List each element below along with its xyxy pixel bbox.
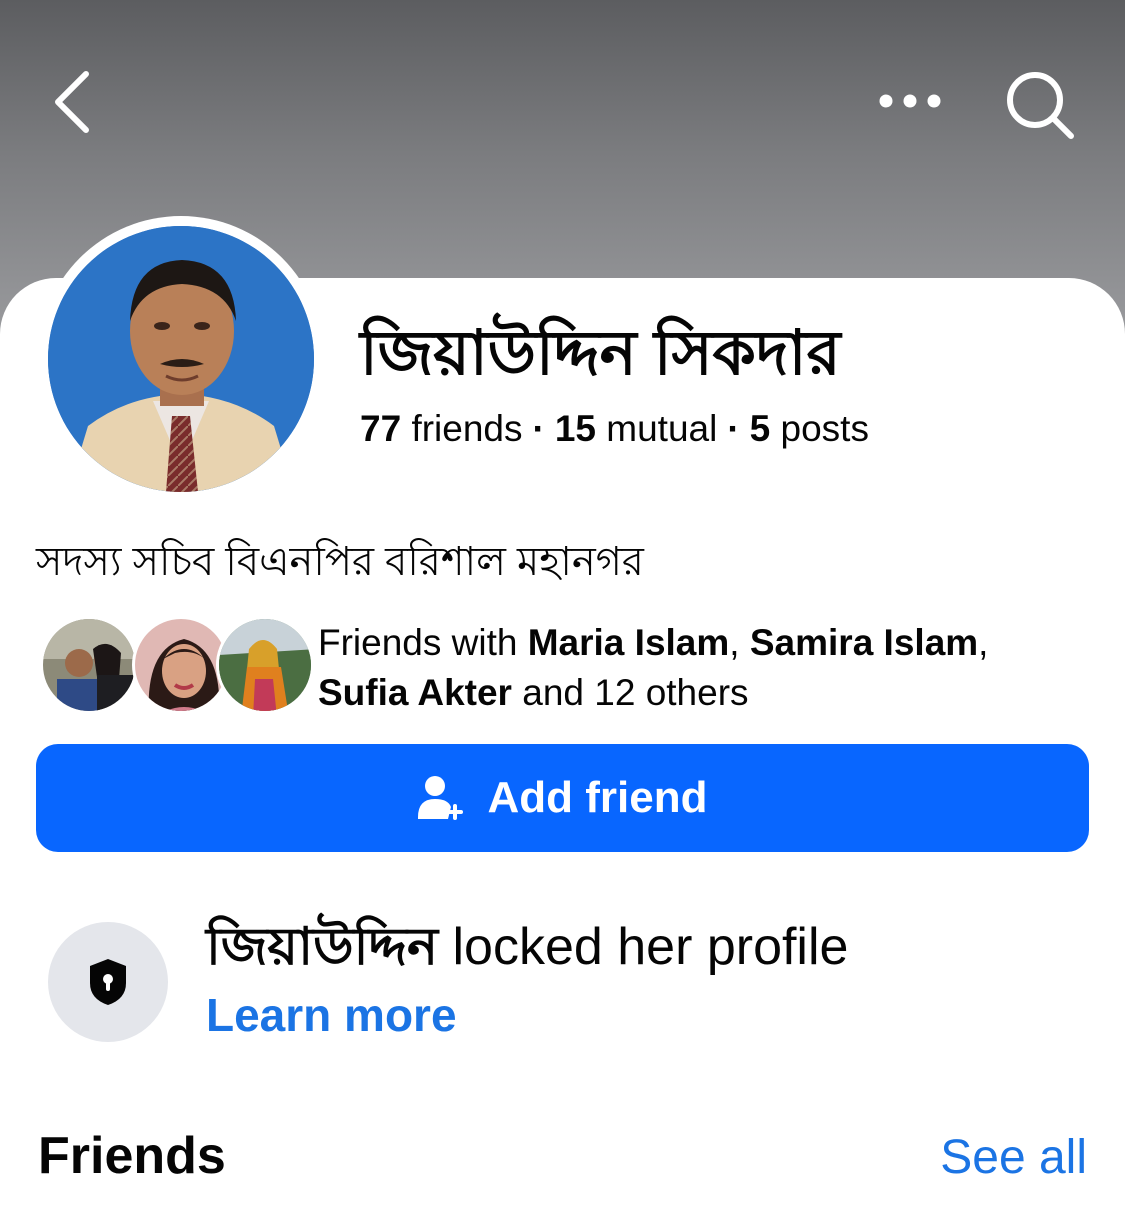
search-icon — [1007, 72, 1074, 139]
mutual-friends-avatars[interactable] — [40, 616, 314, 716]
posts-count: 5 — [749, 408, 771, 449]
locked-profile-badge — [48, 922, 168, 1042]
mutual-friend-name: Maria Islam — [527, 622, 730, 663]
profile-avatar[interactable] — [48, 226, 314, 492]
mutual-count: 15 — [554, 408, 596, 449]
mutual-friend-name: Samira Islam — [749, 622, 979, 663]
mutual-friend-avatar[interactable] — [40, 616, 138, 714]
search-button[interactable] — [995, 60, 1085, 150]
add-person-icon — [417, 776, 463, 820]
stats-separator: · — [727, 408, 740, 449]
mutual-friend-name: Sufia Akter — [318, 672, 512, 713]
posts-label: posts — [780, 408, 869, 449]
chevron-left-icon — [55, 71, 89, 133]
profile-name: জিয়াউদ্দিন সিকদার — [360, 319, 841, 388]
friends-count: 77 — [360, 408, 402, 449]
mutual-prefix: Friends with — [318, 622, 518, 663]
mutual-comma: , — [729, 622, 740, 663]
mutual-friend-avatar[interactable] — [216, 616, 314, 714]
profile-stats: 77 friends · 15 mutual · 5 posts — [360, 406, 869, 452]
locked-first-name: জিয়াউদ্দিন — [206, 918, 439, 976]
profile-photo — [48, 226, 314, 492]
profile-screen: জিয়াউদ্দিন সিকদার 77 friends · 15 mutual ·… — [0, 0, 1125, 1232]
add-friend-label: Add friend — [487, 773, 708, 822]
stats-separator: · — [532, 408, 545, 449]
see-all-friends-link[interactable]: See all — [940, 1128, 1087, 1188]
mutual-friends-text[interactable]: Friends with Maria Islam, Samira Islam, … — [318, 618, 1078, 718]
more-dots-icon — [879, 94, 941, 108]
profile-bio: সদস্য সচিব বিএনপির বরিশাল মহানগর — [36, 540, 644, 584]
mutual-suffix: and 12 others — [522, 672, 749, 713]
learn-more-link[interactable]: Learn more — [206, 986, 457, 1044]
friends-section-heading: Friends — [38, 1127, 226, 1185]
mutual-comma: , — [978, 622, 989, 663]
mutual-label: mutual — [606, 408, 718, 449]
add-friend-button[interactable]: Add friend — [36, 744, 1089, 852]
shield-lock-icon — [90, 959, 126, 1005]
friends-label: friends — [411, 408, 523, 449]
locked-message-text: locked her profile — [452, 918, 849, 976]
more-options-button[interactable] — [870, 76, 950, 126]
locked-profile-message: জিয়াউদ্দিন locked her profile — [206, 916, 848, 978]
back-button[interactable] — [36, 62, 108, 142]
